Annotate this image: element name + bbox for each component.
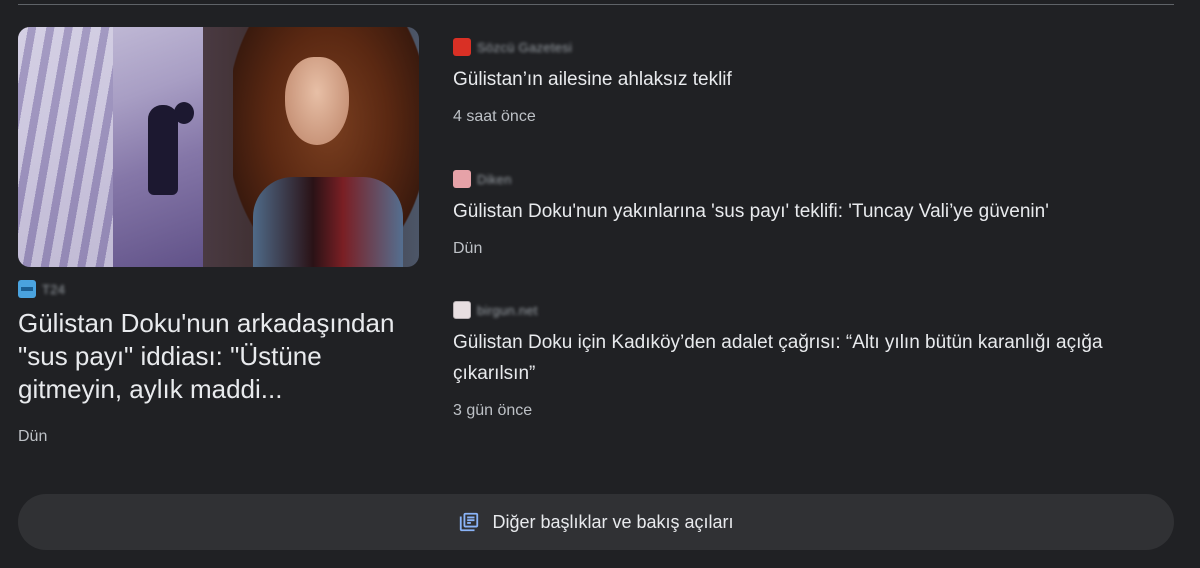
story-item[interactable]: Diken Gülistan Doku'nun yakınlarına 'sus…: [453, 169, 1173, 258]
featured-thumbnail[interactable]: [18, 27, 419, 267]
featured-source: T24: [18, 279, 419, 299]
source-name: birgun.net: [477, 302, 538, 318]
top-divider: [18, 4, 1174, 5]
story-source: birgun.net: [453, 300, 1173, 320]
featured-headline[interactable]: Gülistan Doku'nun arkadaşından "sus payı…: [18, 307, 419, 406]
source-name: Diken: [477, 171, 512, 187]
story-timestamp: Dün: [453, 240, 483, 257]
source-logo-icon: [453, 38, 471, 56]
story-item[interactable]: Sözcü Gazetesi Gülistan’ın ailesine ahla…: [453, 37, 1173, 126]
story-headline[interactable]: Gülistan Doku için Kadıköy’den adalet ça…: [453, 327, 1173, 389]
source-logo-icon: [453, 170, 471, 188]
source-name: T24: [42, 281, 66, 297]
story-source: Diken: [453, 169, 1173, 189]
story-source: Sözcü Gazetesi: [453, 37, 1173, 57]
featured-timestamp: Dün: [18, 428, 48, 445]
newspaper-icon: [460, 512, 479, 532]
more-headlines-button[interactable]: Diğer başlıklar ve bakış açıları: [18, 494, 1174, 550]
story-timestamp: 4 saat önce: [453, 108, 536, 125]
source-name: Sözcü Gazetesi: [477, 39, 573, 55]
portrait-photo: [203, 27, 419, 267]
cctv-still: [18, 27, 228, 267]
story-headline[interactable]: Gülistan’ın ailesine ahlaksız teklif: [453, 64, 1173, 95]
featured-article[interactable]: T24 Gülistan Doku'nun arkadaşından "sus …: [18, 27, 419, 446]
story-timestamp: 3 gün önce: [453, 402, 533, 419]
story-item[interactable]: birgun.net Gülistan Doku için Kadıköy’de…: [453, 300, 1173, 420]
source-logo-icon: [18, 280, 36, 298]
story-headline[interactable]: Gülistan Doku'nun yakınlarına 'sus payı'…: [453, 196, 1173, 227]
more-headlines-label: Diğer başlıklar ve bakış açıları: [492, 511, 734, 532]
source-logo-icon: [453, 301, 471, 319]
